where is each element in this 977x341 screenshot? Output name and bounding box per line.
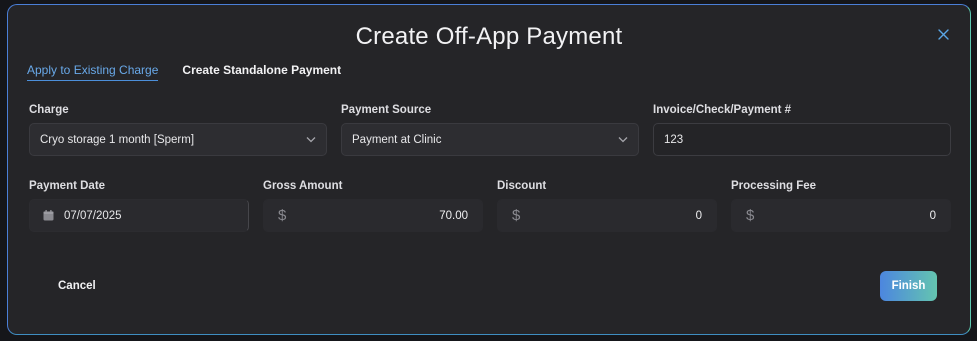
processing-fee-label: Processing Fee bbox=[731, 180, 817, 192]
reference-field: Invoice/Check/Payment # 123 bbox=[653, 104, 951, 156]
processing-fee-field: Processing Fee $ 0 bbox=[731, 180, 951, 232]
payment-date-value: 07/07/2025 bbox=[64, 209, 122, 222]
reference-value: 123 bbox=[664, 133, 684, 146]
cancel-button[interactable]: Cancel bbox=[58, 280, 96, 292]
charge-value: Cryo storage 1 month [Sperm] bbox=[40, 133, 195, 146]
processing-fee-input[interactable]: $ 0 bbox=[731, 199, 951, 232]
gross-amount-field: Gross Amount $ 70.00 bbox=[263, 180, 483, 232]
processing-fee-value: 0 bbox=[929, 209, 936, 222]
gross-amount-value: 70.00 bbox=[439, 209, 468, 222]
gross-amount-label: Gross Amount bbox=[263, 180, 343, 192]
currency-symbol: $ bbox=[512, 207, 521, 224]
currency-symbol: $ bbox=[278, 207, 287, 224]
currency-symbol: $ bbox=[746, 207, 755, 224]
close-icon bbox=[937, 28, 949, 40]
tab-create-standalone-payment[interactable]: Create Standalone Payment bbox=[182, 63, 341, 81]
charge-select[interactable]: Cryo storage 1 month [Sperm] bbox=[29, 123, 327, 156]
charge-label: Charge bbox=[29, 104, 69, 116]
payment-source-value: Payment at Clinic bbox=[352, 133, 442, 146]
payment-date-input[interactable]: 07/07/2025 bbox=[29, 199, 249, 232]
modal-title: Create Off-App Payment bbox=[355, 23, 623, 50]
charge-field: Charge Cryo storage 1 month [Sperm] bbox=[29, 104, 327, 156]
payment-source-select[interactable]: Payment at Clinic bbox=[341, 123, 639, 156]
discount-value: 0 bbox=[695, 209, 702, 222]
reference-label: Invoice/Check/Payment # bbox=[653, 104, 792, 116]
discount-field: Discount $ 0 bbox=[497, 180, 717, 232]
create-payment-modal: Create Off-App Payment Apply to Existing… bbox=[7, 4, 971, 335]
close-button[interactable] bbox=[934, 25, 952, 43]
chevron-down-icon bbox=[306, 135, 316, 145]
payment-date-field: Payment Date 07/07/2025 bbox=[29, 180, 249, 232]
tab-apply-existing-charge[interactable]: Apply to Existing Charge bbox=[27, 63, 159, 81]
calendar-icon bbox=[43, 210, 55, 222]
gross-amount-input[interactable]: $ 70.00 bbox=[263, 199, 483, 232]
payment-source-label: Payment Source bbox=[341, 104, 432, 116]
payment-tabs: Apply to Existing Charge Create Standalo… bbox=[27, 63, 341, 81]
discount-label: Discount bbox=[497, 180, 547, 192]
reference-input[interactable]: 123 bbox=[653, 123, 951, 156]
payment-source-field: Payment Source Payment at Clinic bbox=[341, 104, 639, 156]
finish-button[interactable]: Finish bbox=[880, 271, 937, 301]
payment-date-label: Payment Date bbox=[29, 180, 106, 192]
discount-input[interactable]: $ 0 bbox=[497, 199, 717, 232]
chevron-down-icon bbox=[618, 135, 628, 145]
